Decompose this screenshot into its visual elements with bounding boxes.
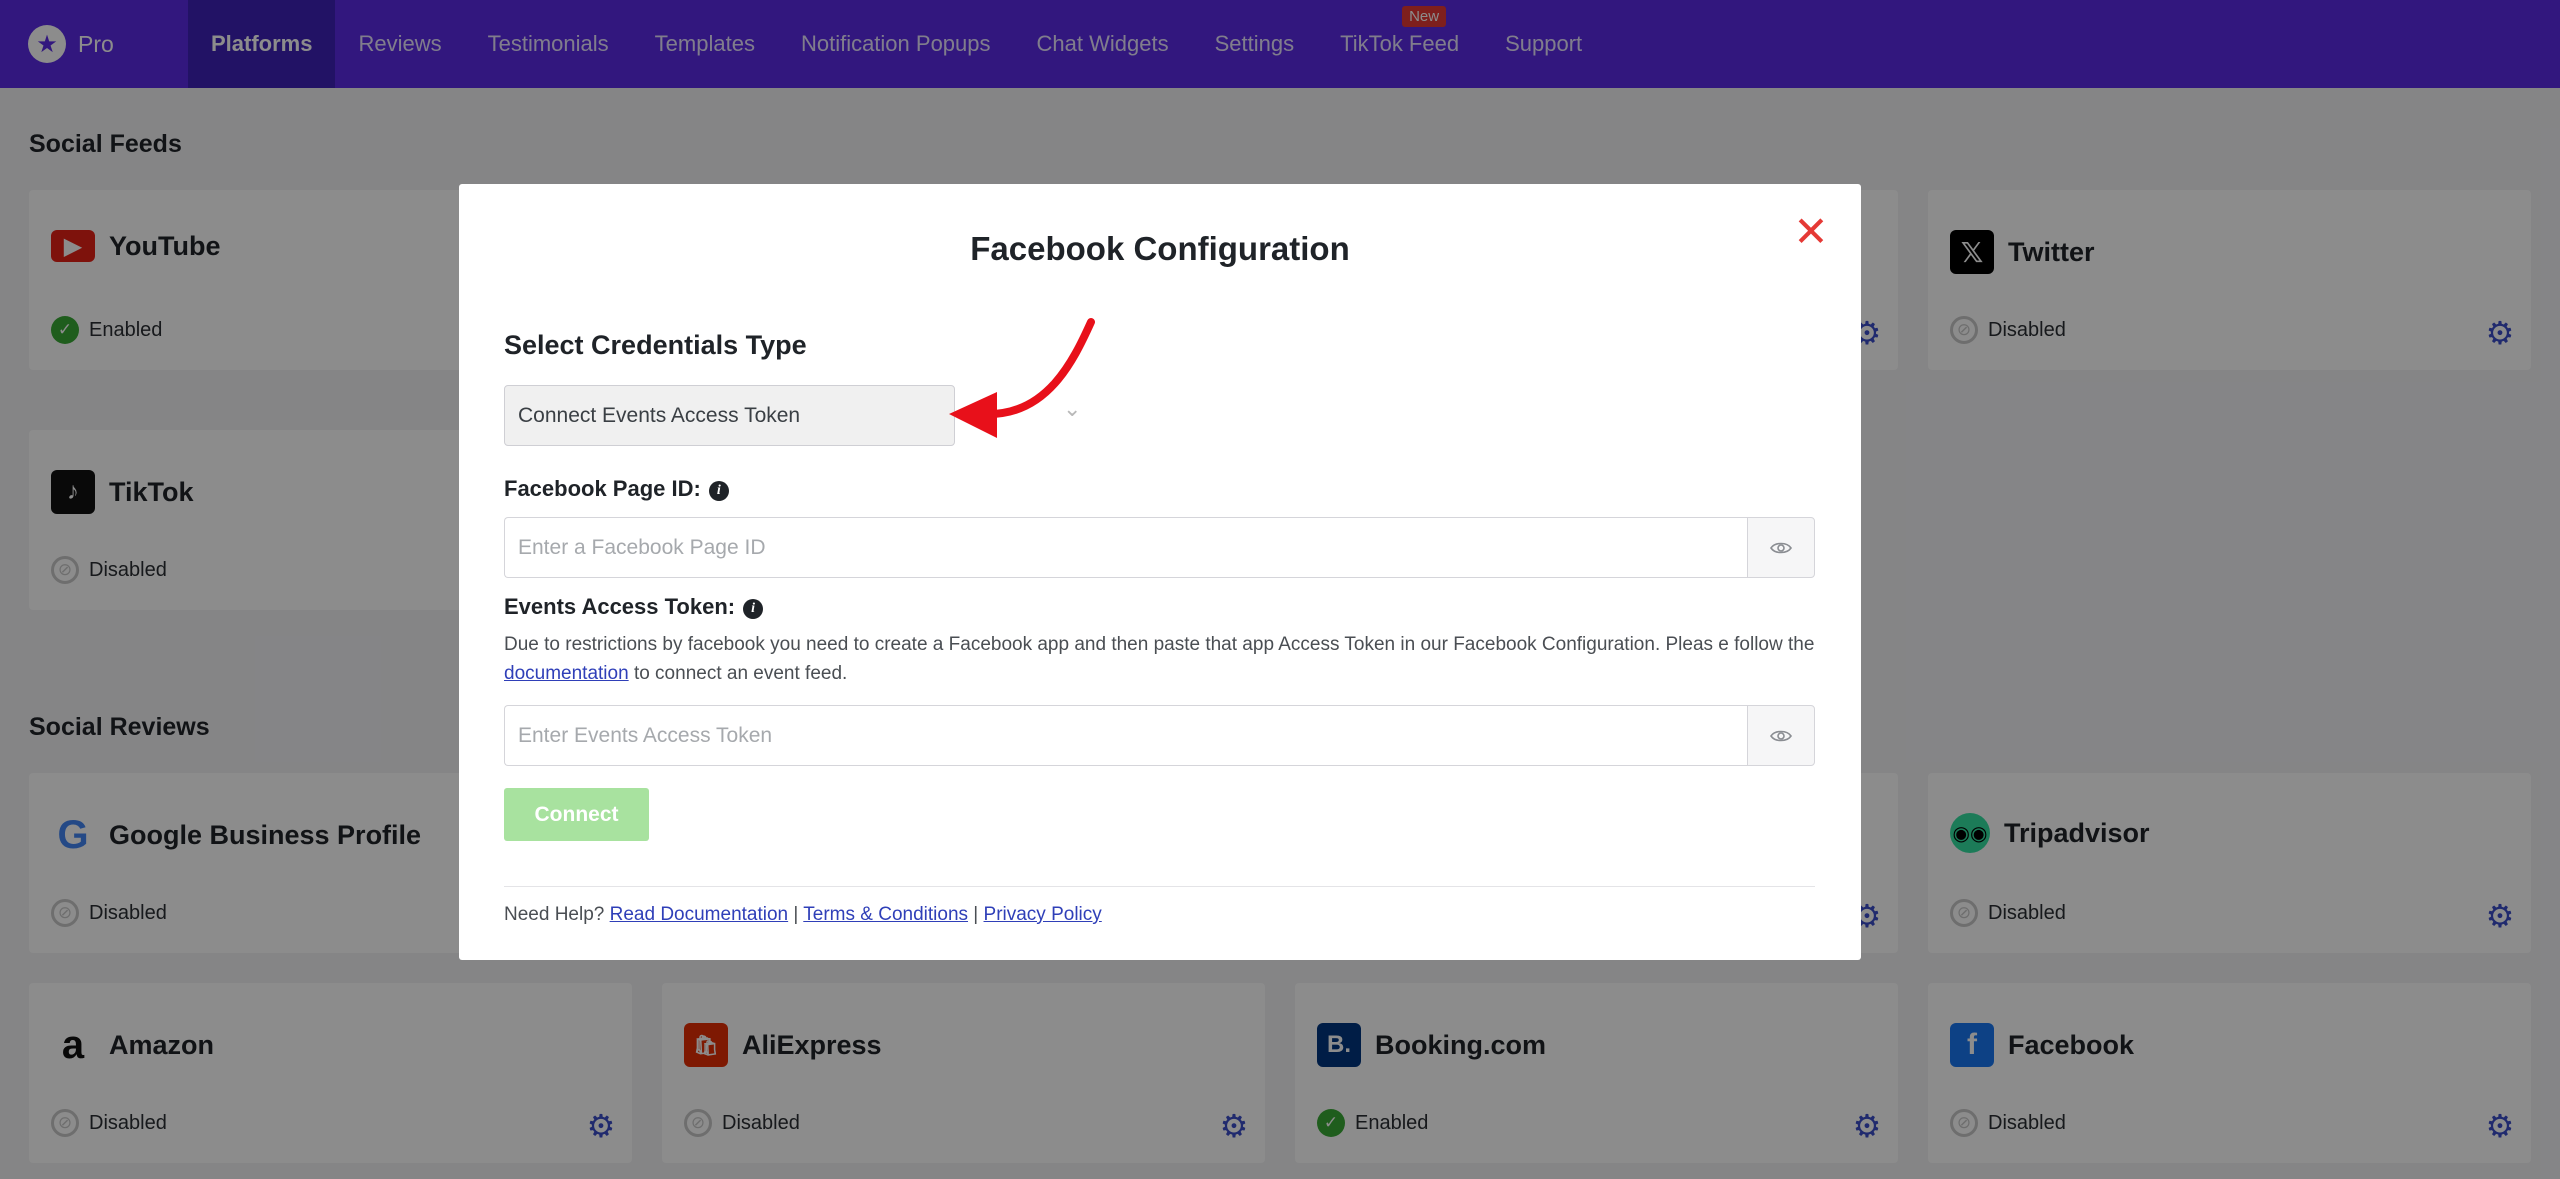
page-id-input[interactable]: [504, 517, 1747, 578]
facebook-configuration-modal: Facebook Configuration ✕ Select Credenti…: [459, 184, 1861, 960]
need-help-label: Need Help?: [504, 904, 605, 925]
eye-icon[interactable]: [1747, 705, 1815, 766]
info-icon[interactable]: i: [708, 481, 729, 501]
token-label-row: Events Access Token: i: [504, 594, 764, 620]
token-row: [504, 705, 1815, 766]
credentials-type-label: Select Credentials Type: [504, 330, 807, 360]
connect-button[interactable]: Connect: [504, 788, 649, 841]
read-documentation-link[interactable]: Read Documentation: [610, 904, 789, 925]
documentation-link[interactable]: documentation: [504, 663, 629, 684]
terms-conditions-link[interactable]: Terms & Conditions: [803, 904, 968, 925]
token-help-text: Due to restrictions by facebook you need…: [504, 630, 1815, 688]
modal-footer: Need Help? Read Documentation | Terms & …: [504, 904, 1102, 926]
help-text-part: to connect an event feed.: [633, 663, 848, 684]
token-label: Events Access Token:: [504, 594, 736, 619]
help-text-part: Due to restrictions by facebook you need…: [504, 634, 1815, 655]
close-icon[interactable]: ✕: [1793, 211, 1829, 253]
credentials-type-select[interactable]: Connect Events Access Token: [504, 385, 955, 446]
events-access-token-input[interactable]: [504, 705, 1747, 766]
eye-icon[interactable]: [1747, 517, 1815, 578]
page-id-label: Facebook Page ID:: [504, 476, 701, 501]
page-id-label-row: Facebook Page ID: i: [504, 476, 729, 502]
annotation-arrow-icon: [949, 318, 1095, 438]
divider: [504, 886, 1815, 887]
modal-title: Facebook Configuration: [970, 230, 1350, 267]
info-icon[interactable]: i: [743, 599, 764, 619]
page-id-row: [504, 517, 1815, 578]
separator: |: [973, 904, 979, 925]
privacy-policy-link[interactable]: Privacy Policy: [984, 904, 1102, 925]
separator: |: [793, 904, 799, 925]
